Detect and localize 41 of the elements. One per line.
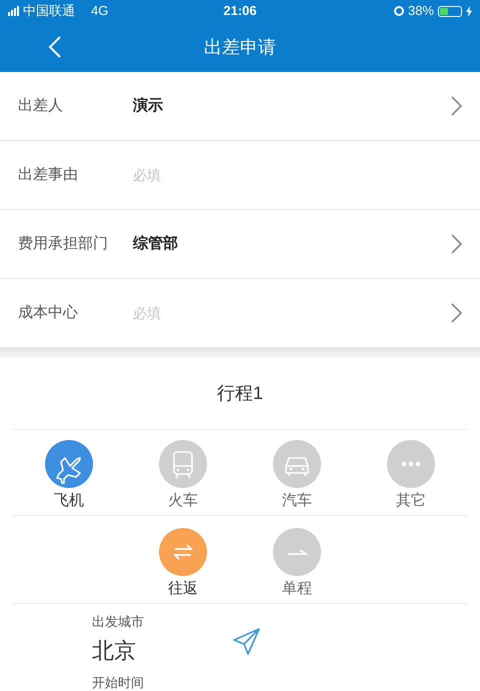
form-row[interactable]: 费用承担部门 综管部 <box>0 210 480 279</box>
more-icon <box>387 440 435 488</box>
rotation-lock-icon <box>394 6 404 16</box>
option-button[interactable]: 其它 <box>354 440 468 512</box>
field-label: 出差人 <box>18 96 64 116</box>
field-label: 成本中心 <box>18 302 79 323</box>
field-placeholder: 必填 <box>133 304 161 322</box>
status-time: 21:06 <box>223 2 257 20</box>
signal-icon <box>8 6 19 16</box>
back-icon[interactable] <box>48 36 62 58</box>
field-value: 综管部 <box>133 234 178 254</box>
field-label: 出发城市 <box>92 613 144 631</box>
field-placeholder: 必填 <box>133 166 161 184</box>
swap-arrows-icon <box>159 528 207 576</box>
chevron-right-icon <box>451 234 462 254</box>
form-row[interactable]: 出差人 演示 <box>0 72 480 141</box>
option-button[interactable]: 汽车 <box>240 440 354 512</box>
battery-percent: 38% <box>408 2 434 20</box>
airplane-icon <box>45 440 93 488</box>
page-title: 出差申请 <box>204 36 276 58</box>
trip-title: 行程1 <box>216 382 263 405</box>
option-button[interactable]: 往返 <box>126 528 240 600</box>
field-label: 费用承担部门 <box>18 234 109 254</box>
battery-icon <box>438 6 462 16</box>
field-label: 开始时间 <box>92 674 144 690</box>
car-icon <box>273 440 321 488</box>
field-value: 演示 <box>133 96 163 116</box>
option-button[interactable]: 单程 <box>240 528 354 600</box>
departure-city[interactable]: 北京 <box>92 634 144 666</box>
paper-plane-icon[interactable] <box>230 626 262 658</box>
chevron-right-icon <box>451 96 462 116</box>
carrier-name: 中国联通 <box>23 2 75 20</box>
chevron-right-icon <box>451 303 462 323</box>
field-label: 出差事由 <box>18 164 79 185</box>
option-button[interactable]: 飞机 <box>12 440 126 512</box>
train-icon <box>159 440 207 488</box>
form-row[interactable]: 出差事由 必填 <box>0 141 480 210</box>
network-type: 4G <box>91 2 108 20</box>
arrow-right-icon <box>273 528 321 576</box>
option-button[interactable]: 火车 <box>126 440 240 512</box>
charging-icon <box>466 6 472 16</box>
